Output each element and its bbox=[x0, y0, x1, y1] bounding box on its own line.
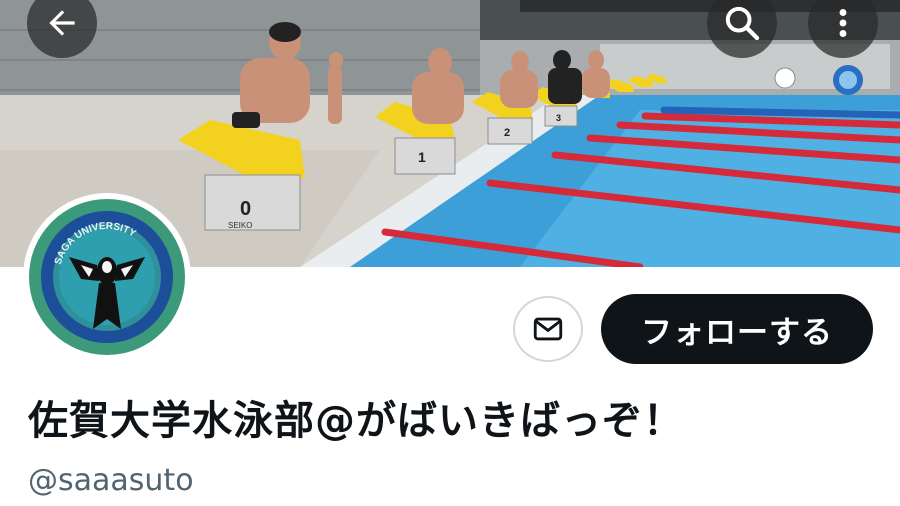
more-vertical-icon bbox=[839, 9, 847, 37]
block-number-1: 1 bbox=[418, 149, 426, 165]
profile-handle: @saaasuto bbox=[28, 463, 194, 498]
profile-display-name: 佐賀大学水泳部@がばいきばっぞ！ bbox=[28, 398, 684, 444]
profile-avatar[interactable]: SAGA UNIVERSITY bbox=[23, 193, 191, 361]
block-number-2: 2 bbox=[504, 127, 510, 139]
follow-button[interactable]: フォローする bbox=[601, 294, 873, 364]
svg-text:SEIKO: SEIKO bbox=[228, 221, 252, 230]
message-button[interactable] bbox=[513, 296, 583, 362]
search-icon bbox=[725, 6, 760, 41]
mail-icon bbox=[533, 317, 563, 341]
avatar-image: SAGA UNIVERSITY bbox=[29, 199, 185, 355]
block-number-3: 3 bbox=[556, 113, 561, 123]
arrow-left-icon bbox=[49, 10, 75, 36]
university-crest-icon: SAGA UNIVERSITY bbox=[29, 199, 185, 355]
block-number-0: 0 bbox=[240, 198, 251, 220]
